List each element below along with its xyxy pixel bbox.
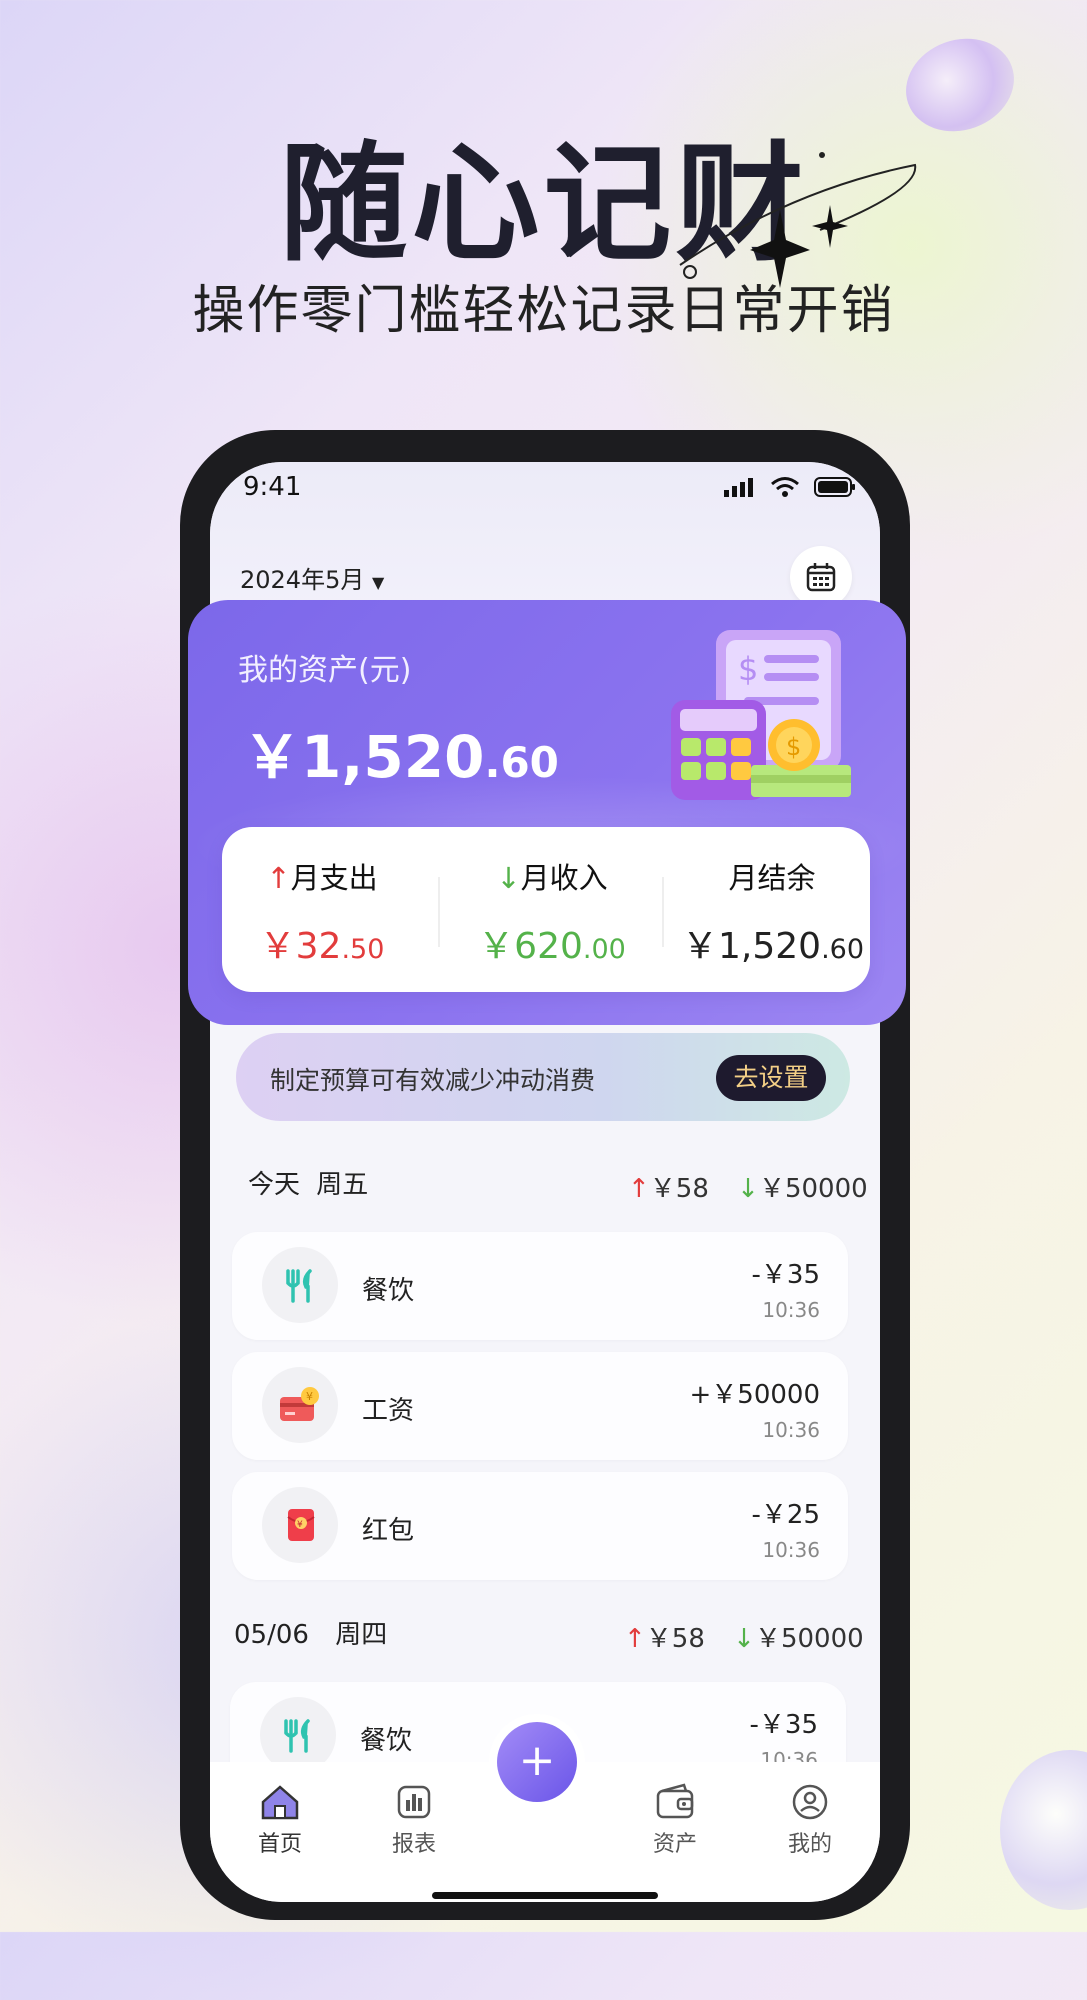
day-weekday: 周四 — [335, 1620, 388, 1650]
svg-text:$: $ — [786, 733, 801, 761]
asset-amount: ￥1,520.60 — [243, 710, 559, 794]
calendar-icon — [806, 563, 836, 592]
svg-text:$: $ — [738, 650, 758, 688]
monthly-balance[interactable]: 月结余 ￥1,520.60 — [682, 855, 865, 969]
monthly-expense-integer: 32 — [295, 926, 342, 967]
wallet-icon — [656, 1783, 694, 1819]
transaction-amount: -￥35 — [751, 1260, 820, 1290]
day-income: ￥50000 — [758, 1174, 868, 1204]
status-icons — [724, 476, 856, 498]
day-expense: ￥58 — [649, 1174, 709, 1204]
monthly-balance-label: 月结余 — [728, 861, 816, 895]
day-totals: ↑￥58 ↓￥50000 — [628, 1168, 868, 1205]
hero-subtitle: 操作零门槛轻松记录日常开销 — [192, 281, 895, 341]
transaction-category: 工资 — [362, 1396, 415, 1426]
calendar-button[interactable] — [790, 546, 852, 608]
monthly-balance-decimal: .60 — [821, 934, 865, 965]
day-date: 05/06 — [234, 1620, 309, 1650]
home-indicator — [432, 1892, 658, 1899]
day-date: 今天 — [248, 1170, 301, 1200]
tab-mine-label: 我的 — [787, 1832, 832, 1857]
currency-symbol: ￥ — [259, 926, 296, 967]
tab-report-label: 报表 — [391, 1832, 436, 1857]
budget-tip-text: 制定预算可有效减少冲动消费 — [270, 1066, 596, 1095]
monthly-income-decimal: .00 — [582, 934, 626, 965]
arrow-up-icon: ↑ — [628, 1174, 650, 1204]
month-label: 2024年5月 — [240, 566, 365, 594]
asset-amount-decimal: .60 — [484, 738, 559, 787]
day-weekday: 周五 — [316, 1170, 369, 1200]
profile-icon — [792, 1784, 828, 1820]
arrow-down-icon: ↓ — [737, 1174, 759, 1204]
tab-mine[interactable]: 我的 — [770, 1782, 850, 1858]
day-header: 今天 周五 — [248, 1164, 368, 1201]
home-icon — [261, 1785, 299, 1820]
transaction-time: 10:36 — [762, 1418, 820, 1442]
monthly-income[interactable]: ↓月收入 ￥620.00 — [462, 855, 642, 969]
budget-banner[interactable]: 制定预算可有效减少冲动消费 去设置 — [236, 1033, 850, 1121]
day-totals: ↑￥58 ↓￥50000 — [624, 1618, 864, 1655]
transaction-category: 餐饮 — [360, 1726, 413, 1756]
transaction-time: 10:36 — [762, 1298, 820, 1322]
svg-text:¥: ¥ — [306, 1390, 313, 1403]
signal-icon — [724, 478, 753, 497]
svg-text:¥: ¥ — [297, 1520, 303, 1530]
status-time: 9:41 — [243, 472, 302, 502]
arrow-up-icon: ↑ — [266, 861, 291, 895]
transaction-amount: -￥25 — [751, 1500, 820, 1530]
transaction-category: 餐饮 — [362, 1276, 415, 1306]
battery-icon — [814, 477, 855, 497]
set-budget-button[interactable]: 去设置 — [716, 1055, 826, 1101]
wifi-icon — [771, 477, 799, 497]
chevron-down-icon: ▼ — [372, 573, 385, 592]
orbit-decoration-icon — [679, 152, 917, 288]
monthly-income-integer: 620 — [514, 926, 583, 967]
tab-assets[interactable]: 资产 — [635, 1782, 715, 1858]
currency-symbol: ￥ — [478, 926, 515, 967]
transaction-row[interactable]: ¥ 红包 -￥25 10:36 — [232, 1472, 848, 1580]
report-chart-icon — [397, 1785, 431, 1819]
decorative-bubble — [1000, 1750, 1087, 1910]
monthly-expense-label: 月支出 — [290, 861, 378, 895]
transaction-amount: +￥50000 — [689, 1380, 821, 1410]
asset-amount-integer: 1,520 — [301, 723, 485, 791]
add-record-button[interactable]: + — [497, 1722, 577, 1802]
utensils-icon — [262, 1247, 338, 1323]
day-expense: ￥58 — [645, 1624, 705, 1654]
tab-home[interactable]: 首页 — [240, 1782, 320, 1858]
tab-report[interactable]: 报表 — [374, 1782, 454, 1858]
arrow-down-icon: ↓ — [496, 861, 521, 895]
transaction-row[interactable]: ¥ 工资 +￥50000 10:36 — [232, 1352, 848, 1460]
monthly-balance-integer: 1,520 — [718, 926, 822, 967]
monthly-income-label: 月收入 — [520, 861, 608, 895]
day-income: ￥50000 — [754, 1624, 864, 1654]
transaction-amount: -￥35 — [749, 1710, 818, 1740]
asset-label: 我的资产(元) — [238, 653, 412, 688]
monthly-expense[interactable]: ↑月支出 ￥32.50 — [247, 855, 397, 969]
red-envelope-icon: ¥ — [262, 1487, 338, 1563]
currency-symbol: ￥ — [243, 723, 302, 791]
salary-card-icon: ¥ — [262, 1367, 338, 1443]
transaction-time: 10:36 — [762, 1538, 820, 1562]
arrow-down-icon: ↓ — [733, 1624, 755, 1654]
calculator-bill-illustration-icon: $ $ — [671, 630, 851, 800]
hero-title: 随心记财 — [279, 130, 808, 279]
tab-home-label: 首页 — [257, 1832, 302, 1857]
monthly-summary-card: ↑月支出 ￥32.50 ↓月收入 ￥620.00 月结余 ￥1,520.60 — [222, 827, 870, 992]
monthly-expense-decimal: .50 — [341, 934, 385, 965]
tab-assets-label: 资产 — [652, 1832, 697, 1857]
arrow-up-icon: ↑ — [624, 1624, 646, 1654]
day-header: 05/06 周四 — [234, 1614, 387, 1651]
transaction-category: 红包 — [362, 1516, 415, 1546]
currency-symbol: ￥ — [682, 926, 719, 967]
month-selector[interactable]: 2024年5月 ▼ — [240, 560, 384, 595]
transaction-row[interactable]: 餐饮 -￥35 10:36 — [232, 1232, 848, 1340]
